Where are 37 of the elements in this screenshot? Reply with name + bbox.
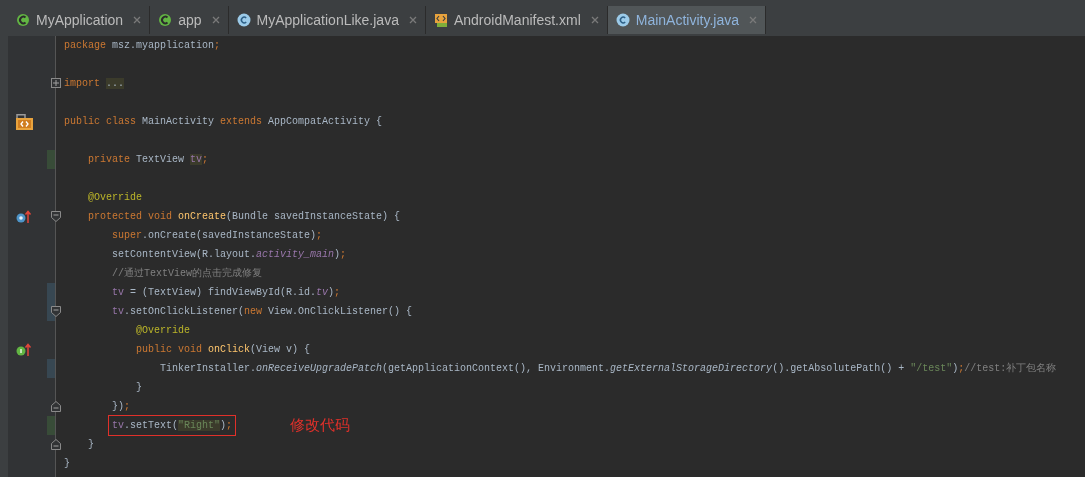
code-line: } — [64, 457, 70, 471]
module-icon — [16, 13, 30, 27]
code-line: TinkerInstaller.onReceiveUpgradePatch(getApplicationContext(), Environment.getExternalStorageDirectory().getAbsolutePath() + "/test");//test:补丁包名称 — [160, 361, 1057, 376]
fold-end-icon[interactable] — [51, 401, 61, 412]
code-line: //通过TextView的点击完成修复 — [112, 266, 262, 281]
module-icon — [158, 13, 173, 27]
code-line: package msz.myapplication; — [64, 39, 221, 53]
class-icon — [615, 13, 630, 27]
code-line: protected void onCreate(Bundle savedInstanceState) { — [88, 210, 401, 224]
override-method-icon — [16, 209, 32, 224]
code-line: @Override — [88, 191, 142, 205]
close-icon[interactable] — [408, 16, 417, 24]
code-line: tv = (TextView) findViewById(R.id.tv); — [112, 286, 341, 300]
implement-method-icon — [16, 342, 32, 357]
manifest-file-icon — [433, 13, 448, 27]
close-icon[interactable] — [211, 16, 220, 24]
code-line: public class MainActivity extends AppCompatActivity { — [64, 115, 383, 129]
fold-collapse-icon[interactable] — [51, 306, 61, 317]
fold-collapse-icon[interactable] — [51, 211, 61, 222]
class-file-icon — [15, 113, 33, 130]
editor-tab[interactable]: MainActivity.java — [607, 6, 766, 34]
code-line: tv.setOnClickListener(new View.OnClickListener() { — [112, 305, 413, 319]
code-line: private TextView tv; — [88, 153, 209, 167]
code-line: }); — [112, 400, 131, 414]
fold-end-icon[interactable] — [51, 439, 61, 450]
close-icon[interactable] — [133, 16, 142, 24]
code-line: public void onClick(View v) { — [136, 343, 311, 357]
code-line: super.onCreate(savedInstanceState); — [112, 229, 323, 243]
code-line: } — [88, 438, 94, 452]
code-line: import ... — [64, 77, 125, 91]
fold-expand-icon[interactable] — [51, 78, 61, 88]
code-line: } — [136, 381, 142, 395]
close-icon[interactable] — [590, 16, 599, 24]
class-icon — [236, 13, 251, 27]
annotation-text: 修改代码 — [290, 415, 351, 437]
code-line: @Override — [136, 324, 190, 338]
code-line: setContentView(R.layout.activity_main); — [112, 248, 347, 262]
